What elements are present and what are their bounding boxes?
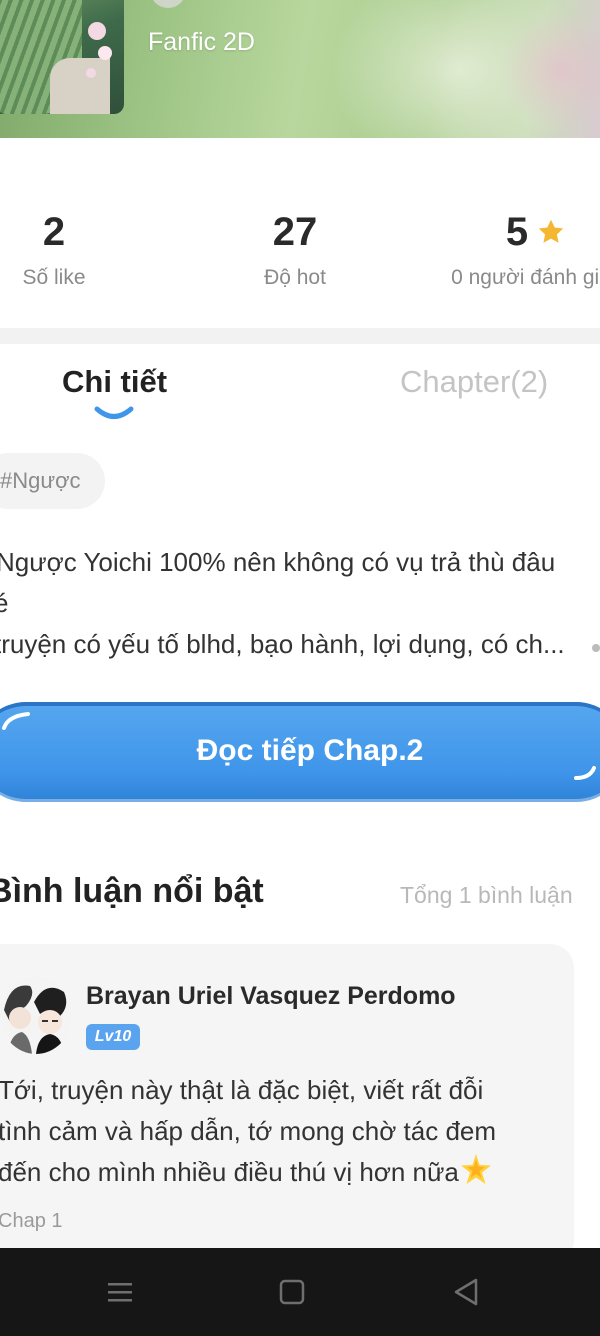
back-icon[interactable] (444, 1270, 488, 1314)
system-navigation-bar (0, 1248, 600, 1336)
likes-count: 2 (42, 210, 66, 254)
description-line: é (0, 588, 9, 618)
story-cover-image[interactable] (0, 0, 124, 114)
rating-count-label: 0 người đánh giá (451, 266, 600, 289)
description-line: truyện có yếu tố blhd, bạo hành, lợi dụn… (0, 629, 565, 659)
story-description[interactable]: Ngược Yoichi 100% nên không có vụ trả th… (0, 542, 600, 665)
comments-section-title: Bình luận nổi bật (0, 872, 264, 910)
menu-icon[interactable] (98, 1270, 142, 1314)
rating-value: 5 (505, 210, 529, 254)
comments-total-link[interactable]: Tổng 1 bình luận (400, 882, 573, 909)
expand-description-icon[interactable] (592, 644, 600, 652)
section-divider (0, 328, 600, 344)
story-stats: 2 Số like 27 Độ hot 5 0 người đánh giá (0, 138, 600, 328)
active-tab-indicator (94, 406, 134, 419)
user-avatar-image (0, 976, 72, 1054)
home-icon[interactable] (270, 1270, 314, 1314)
author-avatar[interactable] (150, 0, 186, 8)
genre-tag[interactable]: #Ngược (0, 453, 105, 509)
avatar[interactable] (0, 976, 72, 1054)
comment-line: đến cho mình nhiều điều thú vị hơn nữa (0, 1157, 459, 1187)
comment-line: Tới, truyện này thật là đặc biệt, viết r… (0, 1075, 484, 1105)
likes-label: Số like (22, 266, 86, 289)
tab-detail[interactable]: Chi tiết (62, 364, 167, 400)
comment-username[interactable]: Brayan Uriel Vasquez Perdomo (86, 982, 456, 1011)
stat-likes: 2 Số like (0, 208, 108, 290)
star-icon (538, 219, 564, 243)
description-line: Ngược Yoichi 100% nên không có vụ trả th… (0, 547, 556, 577)
hot-count: 27 (272, 210, 318, 254)
story-tabs: Chi tiết Chapter(2) (0, 344, 600, 434)
story-banner: Fanfic 2D (0, 0, 600, 138)
story-category: Fanfic 2D (148, 28, 255, 56)
stat-rating[interactable]: 5 0 người đánh giá (446, 208, 600, 290)
comment-body: Tới, truyện này thật là đặc biệt, viết r… (0, 1070, 578, 1193)
user-level-badge: Lv10 (86, 1024, 140, 1050)
stat-hot: 27 Độ hot (230, 208, 360, 290)
tab-chapters[interactable]: Chapter(2) (400, 364, 548, 400)
continue-reading-button[interactable]: Đọc tiếp Chap.2 (0, 702, 600, 802)
sparkle-star-icon (460, 1154, 491, 1184)
continue-reading-label: Đọc tiếp Chap.2 (196, 734, 424, 767)
comment-chapter-tag[interactable]: Chap 1 (0, 1210, 63, 1233)
comment-line: tình cảm và hấp dẫn, tớ mong chờ tác đem (0, 1116, 497, 1146)
hot-label: Độ hot (264, 266, 326, 289)
